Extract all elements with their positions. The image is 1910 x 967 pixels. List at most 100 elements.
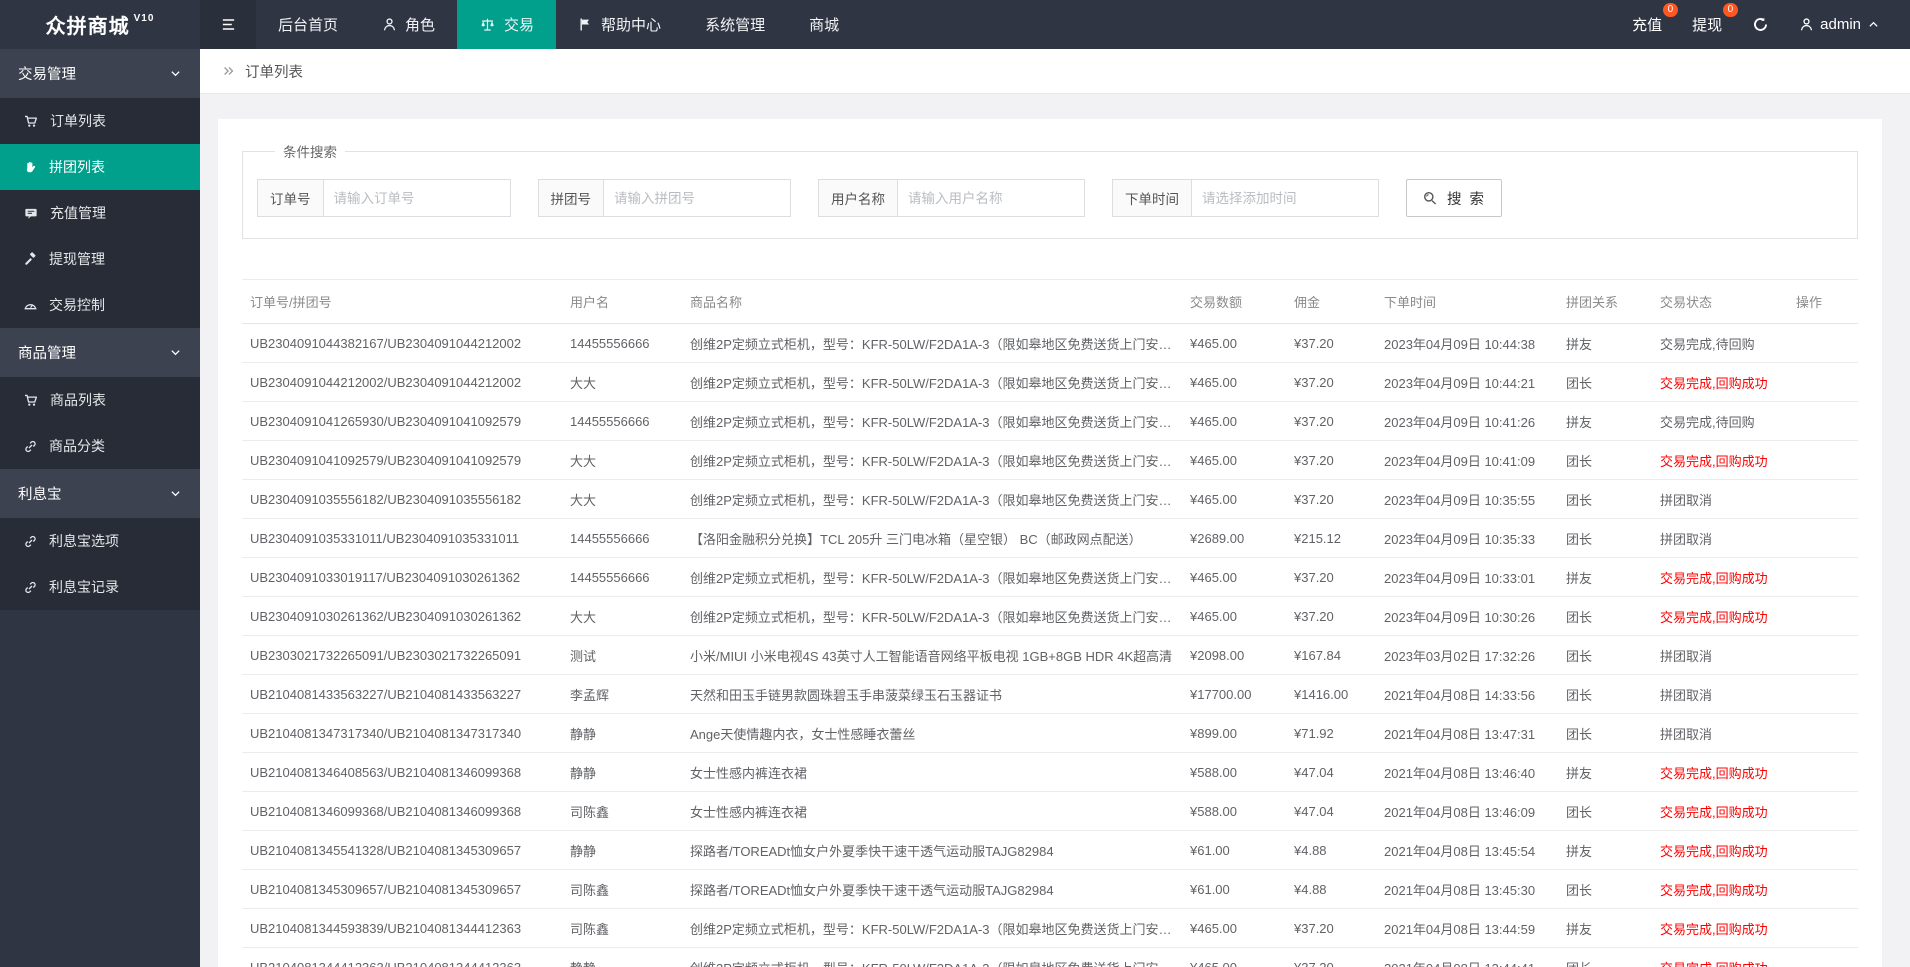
cell-action (1788, 479, 1858, 519)
app-logo: 众拼商城 V10 (0, 0, 200, 49)
sidebar-group-lixibao[interactable]: 利息宝 (0, 469, 200, 518)
sidebar-item-group-list[interactable]: 拼团列表 (0, 144, 200, 190)
sidebar: 交易管理 订单列表 拼团列表 充值管理 提现管理 交易控制 商品管理 商品列表 商品分类 利息宝利… (0, 49, 200, 967)
cell-status: 交易完成,回购成功 (1652, 830, 1788, 870)
sidebar-group-trade-manage[interactable]: 交易管理 (0, 49, 200, 98)
refresh-button[interactable] (1752, 16, 1769, 33)
user-menu[interactable]: admin (1799, 16, 1880, 33)
cell-commission: ¥37.20 (1286, 440, 1376, 480)
link-icon (23, 534, 38, 549)
cell-relation: 拼友 (1558, 557, 1652, 597)
sidebar-item-lixibao-records[interactable]: 利息宝记录 (0, 564, 200, 610)
sidebar-item-withdraw-manage[interactable]: 提现管理 (0, 236, 200, 282)
cell-status: 交易完成,回购成功 (1652, 869, 1788, 909)
cell-commission: ¥4.88 (1286, 869, 1376, 909)
cell-order: UB2104081345309657/UB2104081345309657 (242, 869, 562, 909)
cell-product: 天然和田玉手链男款圆珠碧玉手串菠菜绿玉石玉器证书 (682, 674, 1182, 714)
table-row: UB2303021732265091/UB2303021732265091 测试小… (242, 635, 1858, 675)
sidebar-item-label: 利息宝记录 (49, 579, 119, 595)
col-user: 用户名 (562, 279, 682, 324)
nav-item-mall[interactable]: 商城 (787, 0, 861, 49)
withdraw-notice-button[interactable]: 提现 0 (1692, 3, 1739, 35)
sidebar-item-lixibao-options[interactable]: 利息宝选项 (0, 518, 200, 564)
cell-order: UB2104081345541328/UB2104081345309657 (242, 830, 562, 870)
cell-action (1788, 596, 1858, 636)
table-row: UB2104081346408563/UB2104081346099368 静静女… (242, 752, 1858, 792)
cell-status: 交易完成,回购成功 (1652, 908, 1788, 948)
cell-action (1788, 635, 1858, 675)
cell-relation: 团长 (1558, 869, 1652, 909)
cell-amount: ¥465.00 (1182, 908, 1286, 948)
cell-time: 2023年04月09日 10:44:38 (1376, 323, 1558, 363)
double-chevron-icon (222, 64, 236, 78)
cell-relation: 团长 (1558, 635, 1652, 675)
table-row: UB2104081346099368/UB2104081346099368 司陈鑫… (242, 791, 1858, 831)
cell-order: UB2304091044212002/UB2304091044212002 (242, 362, 562, 402)
topbar: 众拼商城 V10 后台首页 角色 交易 帮助中心 系统管理 商城 充值 0 提现 0 adm… (0, 0, 1910, 49)
cell-commission: ¥215.12 (1286, 518, 1376, 558)
cell-relation: 团长 (1558, 713, 1652, 753)
order-time-input[interactable] (1191, 179, 1379, 217)
cell-order: UB2304091044382167/UB2304091044212002 (242, 323, 562, 363)
cell-amount: ¥899.00 (1182, 713, 1286, 753)
cell-user: 静静 (562, 713, 682, 753)
cell-status: 交易完成,待回购 (1652, 401, 1788, 441)
table-row: UB2104081344412363/UB2104081344412363静静创… (242, 947, 1858, 967)
group-no-input[interactable] (603, 179, 791, 217)
cell-action (1788, 518, 1858, 558)
user-name-input[interactable] (897, 179, 1085, 217)
cell-user: 静静 (562, 947, 682, 967)
content-area: 条件搜索 订单号拼团号用户名称下单时间 搜 索 (200, 94, 1910, 967)
table-row: UB2304091035556182/UB2304091035556182 大大创… (242, 479, 1858, 519)
nav-item-label: 角色 (405, 17, 436, 34)
cell-order: UB2304091033019117/UB2304091030261362 (242, 557, 562, 597)
cell-user: 静静 (562, 830, 682, 870)
recharge-notice-button[interactable]: 充值 0 (1632, 3, 1679, 35)
nav-item-system[interactable]: 系统管理 (683, 0, 787, 49)
hamburger-button[interactable] (200, 0, 256, 49)
cell-status: 拼团取消 (1652, 674, 1788, 714)
cell-relation: 团长 (1558, 791, 1652, 831)
cell-product: 创维2P定频立式柜机，型号：KFR-50LW/F2DA1A-3（限如皋地区免费送… (682, 596, 1182, 636)
cell-action (1788, 752, 1858, 792)
cell-user: 司陈鑫 (562, 791, 682, 831)
search-button[interactable]: 搜 索 (1406, 179, 1503, 217)
cell-action (1788, 674, 1858, 714)
nav-item-trade[interactable]: 交易 (457, 0, 557, 49)
sidebar-item-label: 订单列表 (50, 113, 106, 129)
sidebar-item-goods-list[interactable]: 商品列表 (0, 377, 200, 423)
cell-status: 交易完成,回购成功 (1652, 752, 1788, 792)
cell-status: 拼团取消 (1652, 713, 1788, 753)
sidebar-item-recharge-manage[interactable]: 充值管理 (0, 190, 200, 236)
nav-item-home[interactable]: 后台首页 (256, 0, 360, 49)
cell-relation: 拼友 (1558, 752, 1652, 792)
cell-action (1788, 557, 1858, 597)
cell-relation: 团长 (1558, 440, 1652, 480)
cell-user: 14455556666 (562, 323, 682, 363)
search-field-user-name: 用户名称 (818, 179, 1085, 217)
cell-amount: ¥61.00 (1182, 830, 1286, 870)
sidebar-item-order-list[interactable]: 订单列表 (0, 98, 200, 144)
sidebar-item-goods-category[interactable]: 商品分类 (0, 423, 200, 469)
nav-item-roles[interactable]: 角色 (360, 0, 457, 49)
cell-commission: ¥71.92 (1286, 713, 1376, 753)
sidebar-group-goods-manage[interactable]: 商品管理 (0, 328, 200, 377)
cell-action (1788, 323, 1858, 363)
sidebar-item-label: 商品分类 (49, 438, 105, 454)
main-content: 订单列表 条件搜索 订单号拼团号用户名称下单时间 搜 索 (200, 49, 1910, 967)
col-time: 下单时间 (1376, 279, 1558, 324)
cell-commission: ¥37.20 (1286, 323, 1376, 363)
cell-action (1788, 830, 1858, 870)
cell-user: 大大 (562, 596, 682, 636)
cell-time: 2021年04月08日 13:46:09 (1376, 791, 1558, 831)
cell-action (1788, 791, 1858, 831)
cell-commission: ¥4.88 (1286, 830, 1376, 870)
table-row: UB2304091041265930/UB2304091041092579 144… (242, 401, 1858, 441)
cell-time: 2023年04月09日 10:35:55 (1376, 479, 1558, 519)
table-row: UB2304091044212002/UB2304091044212002 大大创… (242, 362, 1858, 402)
cell-commission: ¥47.04 (1286, 791, 1376, 831)
sidebar-item-trade-control[interactable]: 交易控制 (0, 282, 200, 328)
chevron-down-icon (169, 67, 182, 80)
nav-item-help[interactable]: 帮助中心 (556, 0, 683, 49)
order-no-input[interactable] (322, 179, 511, 217)
